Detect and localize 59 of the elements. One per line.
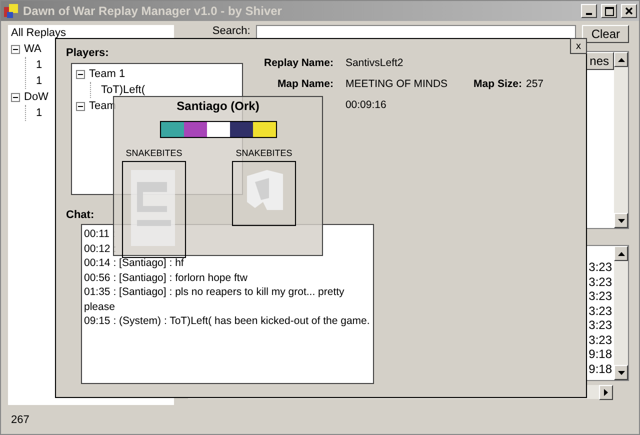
close-button[interactable]: x — [570, 38, 587, 54]
tree-item[interactable]: 1 — [36, 75, 42, 87]
collapse-icon[interactable] — [11, 44, 20, 54]
field-value: 257 — [526, 78, 544, 90]
app-icon — [3, 3, 19, 19]
up-arrow-icon — [618, 58, 624, 62]
maximize-icon — [604, 6, 614, 16]
players-label: Players: — [66, 47, 109, 59]
tree-item[interactable]: ToT)Left( — [101, 84, 146, 96]
tree-item[interactable]: Team 1 — [89, 68, 126, 80]
tree-item[interactable]: DoW — [24, 91, 48, 103]
time-cell-text: 3:23 — [588, 304, 613, 318]
field-value: 00:09:16 — [345, 99, 388, 111]
emblem-label: SNAKEBITES — [126, 148, 182, 158]
time-cell-text: 9:18 — [588, 347, 613, 362]
close-icon — [625, 7, 633, 15]
maximize-button[interactable] — [601, 4, 617, 18]
tree-item[interactable]: All Replays — [11, 27, 66, 39]
tree-item[interactable]: 1 — [36, 59, 42, 71]
field-label: Map Name: — [276, 78, 334, 90]
window-title: Dawn of War Replay Manager v1.0 - by Shiver — [23, 4, 283, 18]
time-cell-text: 3:23 — [588, 318, 613, 332]
close-button[interactable] — [621, 4, 637, 18]
minimize-button[interactable] — [581, 4, 597, 18]
field-value: SantivsLeft2 — [345, 57, 404, 69]
field-label: Map Size: — [474, 78, 522, 90]
field-label: Replay Name: — [264, 57, 334, 69]
scroll-up-button[interactable] — [614, 52, 628, 67]
chat-label: Chat: — [66, 209, 94, 221]
emblem-label: SNAKEBITES — [236, 148, 292, 158]
search-label: Search: — [212, 25, 250, 37]
time-cell-text: 3:23 — [588, 289, 613, 304]
field-value: MEETING OF MINDS — [345, 78, 448, 90]
time-cell-text: 3:23 — [588, 332, 613, 347]
chat-line: 01:35 : [Santiago] : pls no reapers to kill my grot... pretty please — [84, 285, 346, 314]
down-arrow-icon — [618, 218, 624, 222]
chat-line: 00:56 : [Santiago] : forlorn hope ftw — [84, 270, 248, 285]
tree-item[interactable]: WA — [24, 43, 42, 55]
right-arrow-icon — [604, 389, 608, 396]
time-cell-text: 3:23 — [588, 274, 613, 289]
chat-line: 00:12 : — [84, 242, 118, 256]
time-cell-text: 9:18 — [588, 362, 613, 376]
down-arrow-icon — [618, 370, 624, 374]
clear-button[interactable]: Clear — [582, 25, 629, 43]
chat-line: 09:15 : (System) : ToT)Left( has been kicked-out of the game. — [84, 314, 371, 328]
collapse-icon[interactable] — [76, 102, 85, 110]
up-arrow-icon — [618, 252, 624, 256]
time-cell-text: 3:23 — [588, 260, 613, 274]
collapse-icon[interactable] — [11, 92, 20, 102]
collapse-icon[interactable] — [76, 70, 85, 78]
status-text: 267 — [11, 414, 30, 426]
scroll-right-button[interactable] — [599, 385, 613, 400]
column-header[interactable]: nes — [584, 52, 614, 70]
tree-item[interactable]: 1 — [36, 107, 42, 119]
popup-title: Santiago (Ork) — [176, 99, 260, 113]
scroll-down-button[interactable] — [614, 365, 628, 380]
chat-line: 00:14 : [Santiago] : hf — [84, 256, 185, 270]
scroll-down-button[interactable] — [614, 213, 628, 228]
scroll-up-button[interactable] — [614, 246, 628, 261]
